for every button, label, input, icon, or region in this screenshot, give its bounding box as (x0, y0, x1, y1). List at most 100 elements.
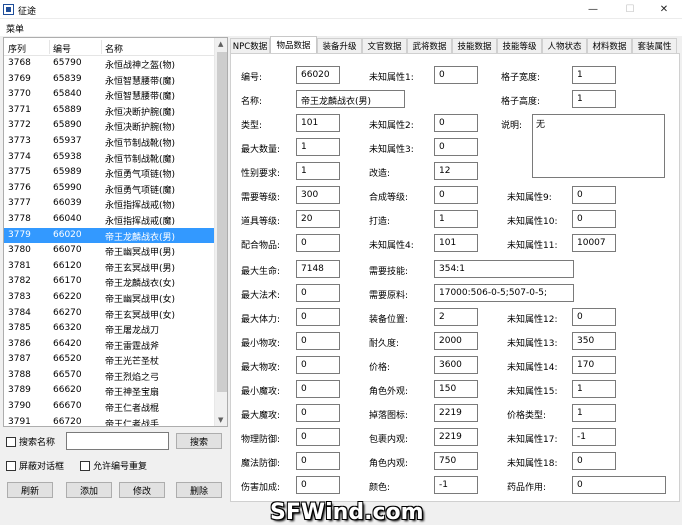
durability-field[interactable]: 2000 (434, 332, 478, 350)
table-row[interactable]: 3787 66520 帝王光芒圣杖 (4, 352, 214, 368)
color-field[interactable]: -1 (434, 476, 478, 494)
potion-effect-field[interactable]: 0 (572, 476, 666, 494)
unk3-field[interactable]: 0 (434, 138, 478, 156)
type-field[interactable]: 101 (296, 114, 340, 132)
item-list[interactable]: 序列 编号 名称 3768 65790 永恒战神之盔(物) 3769 65839 永恒智慧… (3, 37, 228, 427)
unk9-field[interactable]: 0 (572, 186, 616, 204)
close-button[interactable]: ✕ (646, 0, 682, 19)
price-field[interactable]: 3600 (434, 356, 478, 374)
tab-civil-officer-data[interactable]: 文官数据 (362, 38, 407, 53)
unk10-field[interactable]: 0 (572, 210, 616, 228)
table-row[interactable]: 3786 66420 帝王雷霆战斧 (4, 337, 214, 353)
table-row[interactable]: 3773 65937 永恒节制战靴(物) (4, 134, 214, 150)
modify-button[interactable]: 修改 (119, 482, 165, 498)
block-dialog-checkbox[interactable]: 屏蔽对话框 (6, 459, 64, 472)
slot-width-field[interactable]: 1 (572, 66, 616, 84)
unk17-field[interactable]: -1 (572, 428, 616, 446)
tab-item-data[interactable]: 物品数据 (270, 36, 317, 53)
req-material-field[interactable]: 17000:506-0-5;507-0-5; (434, 284, 574, 302)
col-header-index[interactable]: 序列 (8, 42, 26, 55)
add-button[interactable]: 添加 (66, 482, 112, 498)
max-sp-field[interactable]: 0 (296, 308, 340, 326)
table-row[interactable]: 3782 66170 帝王龙麟战衣(女) (4, 274, 214, 290)
table-row[interactable]: 3788 66570 帝王烈焰之弓 (4, 368, 214, 384)
table-row[interactable]: 3780 66070 帝王幽冥战甲(男) (4, 243, 214, 259)
allow-duplicate-id-checkbox[interactable]: 允许编号重复 (80, 459, 147, 472)
search-input[interactable] (66, 432, 169, 450)
min-matk-field[interactable]: 0 (296, 380, 340, 398)
compose-level-field[interactable]: 0 (434, 186, 478, 204)
table-row[interactable]: 3768 65790 永恒战神之盔(物) (4, 56, 214, 72)
unk4-field[interactable]: 101 (434, 234, 478, 252)
scroll-down-icon[interactable]: ▼ (218, 416, 223, 424)
max-patk-field[interactable]: 0 (296, 356, 340, 374)
list-scrollbar[interactable]: ▲ ▼ (214, 38, 227, 426)
table-row[interactable]: 3778 66040 永恒指挥战戒(魔) (4, 212, 214, 228)
tab-set-attributes[interactable]: 套装属性 (632, 38, 677, 53)
checkbox-box[interactable] (80, 460, 90, 471)
table-row[interactable]: 3784 66270 帝王玄冥战甲(女) (4, 306, 214, 322)
desc-field[interactable]: 无 (532, 114, 665, 178)
unk15-field[interactable]: 1 (572, 380, 616, 398)
dmg-bonus-field[interactable]: 0 (296, 476, 340, 494)
tab-npc-data[interactable]: NPC数据 (230, 38, 270, 53)
refresh-button[interactable]: 刷新 (7, 482, 53, 498)
tab-skill-data[interactable]: 技能数据 (452, 38, 497, 53)
max-qty-field[interactable]: 1 (296, 138, 340, 156)
table-row[interactable]: 3790 66670 帝王仁者战棍 (4, 399, 214, 415)
mdef-field[interactable]: 0 (296, 452, 340, 470)
col-header-name[interactable]: 名称 (105, 42, 123, 55)
appearance-field[interactable]: 150 (434, 380, 478, 398)
gender-field[interactable]: 1 (296, 162, 340, 180)
max-mp-field[interactable]: 0 (296, 284, 340, 302)
tab-character-status[interactable]: 人物状态 (542, 38, 587, 53)
tab-material-data[interactable]: 材料数据 (587, 38, 632, 53)
table-row[interactable]: 3779 66020 帝王龙麟战衣(男) (4, 227, 214, 244)
scroll-thumb[interactable] (217, 52, 227, 392)
forge-field[interactable]: 1 (434, 210, 478, 228)
table-row[interactable]: 3776 65990 永恒勇气项链(魔) (4, 181, 214, 197)
unk11-field[interactable]: 10007 (572, 234, 616, 252)
unk1-field[interactable]: 0 (434, 66, 478, 84)
checkbox-box[interactable] (6, 436, 16, 447)
scroll-up-icon[interactable]: ▲ (218, 40, 223, 48)
refine-field[interactable]: 12 (434, 162, 478, 180)
table-row[interactable]: 3774 65938 永恒节制战靴(魔) (4, 150, 214, 166)
table-row[interactable]: 3775 65989 永恒勇气项链(物) (4, 165, 214, 181)
table-row[interactable]: 3777 66039 永恒指挥战戒(物) (4, 196, 214, 212)
item-level-field[interactable]: 20 (296, 210, 340, 228)
pack-look-field[interactable]: 2219 (434, 428, 478, 446)
checkbox-box[interactable] (6, 460, 16, 471)
unk14-field[interactable]: 170 (572, 356, 616, 374)
col-header-id[interactable]: 编号 (53, 42, 71, 55)
search-name-checkbox[interactable]: 搜索名称 (6, 435, 55, 448)
minimize-button[interactable]: — (575, 0, 611, 19)
table-row[interactable]: 3791 66720 帝王仁者战手 (4, 415, 214, 426)
unk18-field[interactable]: 0 (572, 452, 616, 470)
pdef-field[interactable]: 0 (296, 428, 340, 446)
maximize-button[interactable]: ☐ (612, 0, 648, 19)
tab-equip-upgrade[interactable]: 装备升级 (317, 38, 362, 53)
table-row[interactable]: 3781 66120 帝王玄冥战甲(男) (4, 259, 214, 275)
req-skill-field[interactable]: 354:1 (434, 260, 574, 278)
slot-height-field[interactable]: 1 (572, 90, 616, 108)
table-row[interactable]: 3789 66620 帝王神圣宝扇 (4, 383, 214, 399)
delete-button[interactable]: 删除 (176, 482, 222, 498)
role-look-field[interactable]: 750 (434, 452, 478, 470)
req-level-field[interactable]: 300 (296, 186, 340, 204)
unk2-field[interactable]: 0 (434, 114, 478, 132)
search-button[interactable]: 搜索 (176, 433, 222, 449)
table-row[interactable]: 3783 66220 帝王幽冥战甲(女) (4, 290, 214, 306)
max-matk-field[interactable]: 0 (296, 404, 340, 422)
equip-pos-field[interactable]: 2 (434, 308, 478, 326)
table-row[interactable]: 3772 65890 永恒决断护腕(物) (4, 118, 214, 134)
drop-icon-field[interactable]: 2219 (434, 404, 478, 422)
unk13-field[interactable]: 350 (572, 332, 616, 350)
tab-skill-level[interactable]: 技能等级 (497, 38, 542, 53)
max-hp-field[interactable]: 7148 (296, 260, 340, 278)
name-field[interactable]: 帝王龙麟战衣(男) (296, 90, 405, 108)
table-row[interactable]: 3770 65840 永恒智慧腰带(魔) (4, 87, 214, 103)
unk12-field[interactable]: 0 (572, 308, 616, 326)
tab-general-data[interactable]: 武将数据 (407, 38, 452, 53)
id-field[interactable]: 66020 (296, 66, 340, 84)
